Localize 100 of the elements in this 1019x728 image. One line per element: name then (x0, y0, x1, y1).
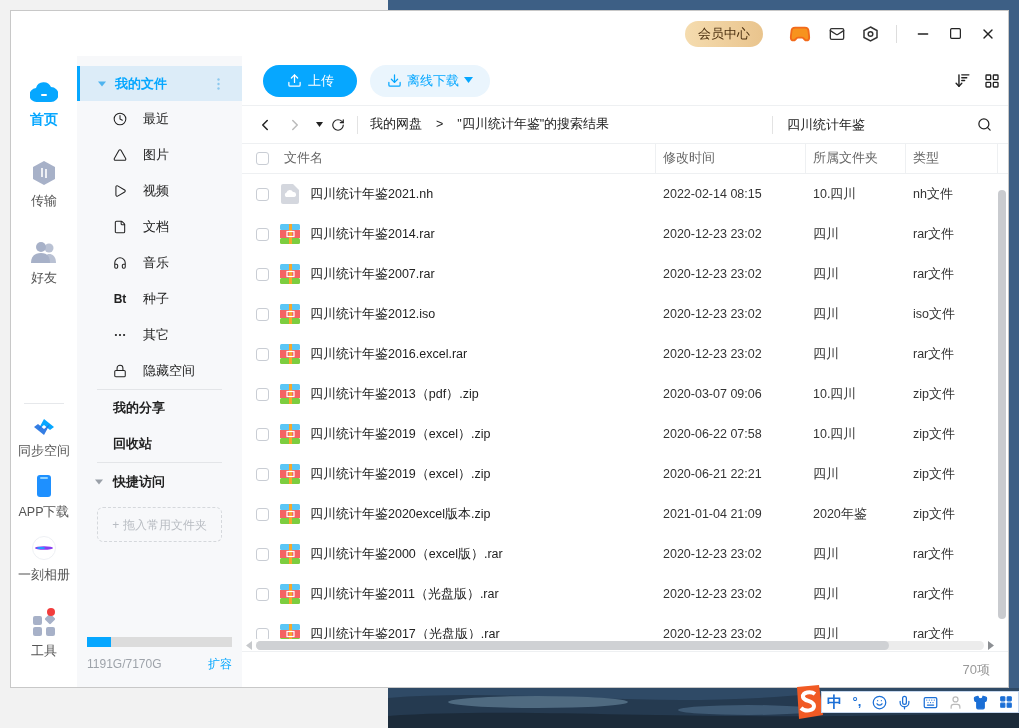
phone-icon (37, 474, 51, 497)
archive-file-icon (280, 464, 300, 484)
row-checkbox[interactable] (256, 187, 269, 201)
storage-reading: 1191G/7170G (87, 656, 162, 673)
more-vertical-icon[interactable] (217, 77, 220, 90)
table-cell: 2022-02-14 08:15 (663, 186, 762, 201)
emoji-icon[interactable] (871, 694, 887, 710)
table-cell: nh文件 (913, 186, 953, 201)
breadcrumb-link[interactable]: 我的网盘 (370, 115, 422, 134)
friends-icon (31, 240, 57, 263)
toolbox-icon[interactable] (998, 695, 1013, 709)
lock-icon (113, 364, 127, 378)
nav-item[interactable]: 同步空间 (18, 442, 70, 461)
row-checkbox[interactable] (256, 427, 269, 441)
table-cell: 10.四川 (813, 186, 857, 201)
nav-item[interactable]: 好友 (31, 268, 57, 288)
file-name[interactable]: 四川统计年鉴2017（光盘版）.rar (310, 624, 500, 639)
clock-icon (113, 112, 127, 126)
shirt-icon[interactable] (973, 694, 989, 710)
archive-file-icon (280, 304, 300, 324)
row-checkbox[interactable] (256, 627, 269, 639)
category-item[interactable]: 视频 (143, 181, 169, 201)
file-name[interactable]: 四川统计年鉴2014.rar (310, 224, 435, 244)
nav-item[interactable]: 工具 (31, 642, 57, 661)
table-cell: zip文件 (913, 466, 955, 481)
vip-center-button[interactable]: 会员中心 (685, 20, 763, 47)
row-checkbox[interactable] (256, 267, 269, 281)
archive-file-icon (280, 584, 300, 604)
sidebar-link[interactable]: 我的分享 (113, 398, 165, 418)
table-cell: 2020-12-23 23:02 (663, 586, 762, 601)
table-cell: rar文件 (913, 586, 955, 601)
file-name[interactable]: 四川统计年鉴2019（excel）.zip (310, 464, 491, 484)
file-name[interactable]: 四川统计年鉴2007.rar (310, 264, 435, 284)
row-checkbox[interactable] (256, 307, 269, 321)
column-header[interactable]: 文件名 (284, 149, 323, 168)
download-icon (387, 73, 402, 88)
search-icon[interactable] (977, 117, 992, 132)
file-name[interactable]: 四川统计年鉴2011（光盘版）.rar (310, 584, 499, 604)
table-cell: 2020-12-23 23:02 (663, 306, 762, 321)
table-cell: rar文件 (913, 226, 955, 241)
category-item[interactable]: 隐藏空间 (143, 361, 195, 381)
table-cell: 四川 (813, 226, 839, 241)
column-header[interactable]: 修改时间 (663, 149, 715, 168)
album-icon (32, 535, 56, 560)
maximize-icon[interactable] (949, 27, 962, 40)
category-item[interactable]: 音乐 (143, 253, 169, 273)
file-name[interactable]: 四川统计年鉴2020excel版本.zip (310, 504, 491, 524)
file-name[interactable]: 四川统计年鉴2021.nh (310, 184, 434, 204)
user-icon[interactable] (947, 694, 963, 710)
sidebar-link[interactable]: 回收站 (113, 434, 152, 454)
table-cell: 10.四川 (813, 386, 857, 401)
scroll-right-icon[interactable] (988, 640, 994, 650)
row-checkbox[interactable] (256, 347, 269, 361)
quick-access-label[interactable]: 快捷访问 (113, 472, 165, 492)
scroll-left-icon[interactable] (246, 640, 252, 650)
document-icon (113, 220, 127, 234)
file-name[interactable]: 四川统计年鉴2019（excel）.zip (310, 424, 491, 444)
my-files-caret-icon[interactable] (98, 79, 106, 88)
category-item[interactable]: 其它 (143, 325, 169, 345)
settings-icon[interactable] (863, 25, 878, 42)
microphone-icon[interactable] (897, 694, 913, 710)
history-caret-icon[interactable] (316, 122, 323, 127)
nav-item[interactable]: APP下载 (18, 502, 70, 522)
archive-file-icon (280, 384, 300, 404)
quick-access-caret-icon[interactable] (95, 478, 103, 486)
table-cell: rar文件 (913, 546, 955, 561)
picture-icon (113, 148, 127, 162)
search-field[interactable]: 四川统计年鉴 (787, 114, 977, 135)
table-cell: rar文件 (913, 266, 955, 281)
table-cell: 四川 (813, 466, 839, 481)
file-name[interactable]: 四川统计年鉴2013（pdf）.zip (310, 384, 479, 404)
column-header[interactable]: 所属文件夹 (813, 149, 878, 168)
row-checkbox[interactable] (256, 387, 269, 401)
category-item[interactable]: 文档 (143, 217, 169, 237)
cloud-file-icon (281, 184, 299, 204)
vertical-scrollbar-thumb[interactable] (998, 190, 1006, 619)
row-checkbox[interactable] (256, 227, 269, 241)
file-name[interactable]: 四川统计年鉴2016.excel.rar (310, 344, 468, 364)
nav-item[interactable]: 一刻相册 (18, 565, 70, 585)
column-header[interactable]: 类型 (913, 149, 939, 168)
headphones-icon (113, 256, 127, 270)
refresh-icon[interactable] (331, 117, 345, 132)
category-item[interactable]: 图片 (143, 145, 169, 165)
keyboard-icon[interactable] (922, 694, 938, 710)
file-name[interactable]: 四川统计年鉴2000（excel版）.rar (310, 544, 503, 564)
row-checkbox[interactable] (256, 507, 269, 521)
select-all-checkbox[interactable] (256, 152, 269, 165)
punctuation-toggle[interactable]: °, (852, 692, 862, 712)
category-item[interactable]: 最近 (143, 109, 169, 129)
mail-icon[interactable] (829, 25, 845, 42)
row-checkbox[interactable] (256, 587, 269, 601)
category-item[interactable]: 种子 (143, 289, 169, 309)
sort-icon[interactable] (954, 72, 971, 89)
ime-mode-toggle[interactable]: 中 (827, 690, 843, 714)
nav-item[interactable]: 传输 (31, 192, 57, 211)
row-checkbox[interactable] (256, 467, 269, 481)
file-name[interactable]: 四川统计年鉴2012.iso (310, 304, 436, 324)
row-checkbox[interactable] (256, 547, 269, 561)
item-count: 70项 (962, 660, 990, 679)
grid-view-icon[interactable] (984, 72, 1000, 89)
